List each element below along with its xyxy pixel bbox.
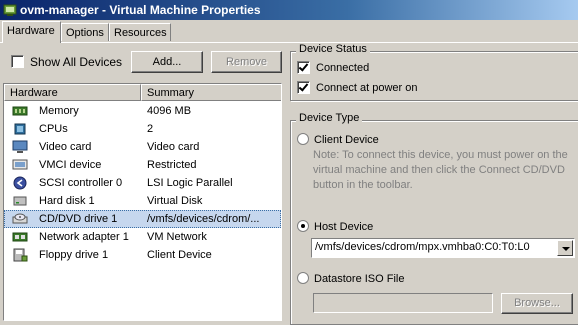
hardware-summary: Client Device xyxy=(147,249,212,261)
window-title: ovm-manager - Virtual Machine Properties xyxy=(20,3,261,17)
hardware-summary: Restricted xyxy=(147,159,197,171)
show-all-devices-box[interactable] xyxy=(11,55,24,68)
list-item[interactable]: Video card Video card xyxy=(4,138,281,156)
datastore-iso-radio-button[interactable] xyxy=(297,272,309,285)
cdrom-icon xyxy=(12,213,28,224)
client-device-note: Note: To connect this device, you must p… xyxy=(313,149,568,191)
tab-strip: Hardware Options Resources xyxy=(0,21,578,43)
list-item[interactable]: Memory 4096 MB xyxy=(4,102,281,120)
floppy-icon xyxy=(13,248,28,262)
browse-button[interactable]: Browse... xyxy=(501,293,573,314)
connected-checkbox[interactable] xyxy=(297,61,310,74)
hardware-summary: VM Network xyxy=(147,231,207,243)
vmci-icon xyxy=(12,159,28,170)
show-all-devices-checkbox[interactable]: Show All Devices xyxy=(11,55,122,69)
list-item[interactable]: SCSI controller 0 LSI Logic Parallel xyxy=(4,174,281,192)
disk-icon xyxy=(13,196,27,206)
tab-resources[interactable]: Resources xyxy=(109,23,171,41)
window-titlebar: ovm-manager - Virtual Machine Properties xyxy=(0,0,578,20)
client-device-label: Client Device xyxy=(314,134,379,146)
list-item[interactable]: Hard disk 1 Virtual Disk xyxy=(4,192,281,210)
client-device-radio-button[interactable] xyxy=(297,133,309,146)
remove-button[interactable]: Remove xyxy=(211,51,282,73)
hardware-name: Hard disk 1 xyxy=(39,195,95,207)
host-device-radio-button[interactable] xyxy=(297,220,309,233)
hardware-name: Floppy drive 1 xyxy=(39,249,109,261)
datastore-iso-label: Datastore ISO File xyxy=(314,273,405,285)
hardware-list[interactable]: Hardware Summary Memory 4096 MB CPUs 2 V… xyxy=(3,83,282,321)
hardware-name: Video card xyxy=(39,141,92,153)
hardware-summary: Video card xyxy=(147,141,200,153)
tab-divider xyxy=(0,42,578,43)
hardware-summary: /vmfs/devices/cdrom/... xyxy=(147,213,260,225)
tab-hardware[interactable]: Hardware xyxy=(2,21,61,43)
host-device-value: /vmfs/devices/cdrom/mpx.vmhba0:C0:T0:L0 xyxy=(315,241,530,253)
connect-power-on-label: Connect at power on xyxy=(316,82,418,94)
datastore-iso-field[interactable] xyxy=(313,293,493,313)
hardware-name: Memory xyxy=(39,105,79,117)
host-device-radio[interactable] xyxy=(297,220,309,233)
hardware-summary: LSI Logic Parallel xyxy=(147,177,233,189)
hardware-name: CPUs xyxy=(39,123,68,135)
scsi-icon xyxy=(13,176,27,190)
add-button[interactable]: Add... xyxy=(131,51,203,73)
hardware-summary: Virtual Disk xyxy=(147,195,203,207)
host-device-select[interactable]: /vmfs/devices/cdrom/mpx.vmhba0:C0:T0:L0 xyxy=(311,238,575,258)
list-item[interactable]: VMCI device Restricted xyxy=(4,156,281,174)
hardware-name: Network adapter 1 xyxy=(39,231,129,243)
connected-label: Connected xyxy=(316,62,370,74)
column-header-summary[interactable]: Summary xyxy=(141,84,281,101)
connected-check[interactable] xyxy=(297,61,310,74)
host-device-label: Host Device xyxy=(314,221,374,233)
hardware-name: CD/DVD drive 1 xyxy=(39,213,118,225)
device-status-title: Device Status xyxy=(296,43,370,55)
column-header-hardware[interactable]: Hardware xyxy=(4,84,141,101)
hardware-summary: 4096 MB xyxy=(147,105,192,117)
list-item[interactable]: Network adapter 1 VM Network xyxy=(4,228,281,246)
list-item-selected[interactable]: CD/DVD drive 1 /vmfs/devices/cdrom/... xyxy=(4,210,281,228)
hardware-summary: 2 xyxy=(147,123,154,135)
list-item[interactable]: Floppy drive 1 Client Device xyxy=(4,246,281,264)
client-device-radio[interactable] xyxy=(297,133,309,146)
cpu-icon xyxy=(14,123,26,135)
connect-power-on-checkbox[interactable] xyxy=(297,81,310,94)
datastore-iso-radio[interactable] xyxy=(297,272,309,285)
list-header: Hardware Summary xyxy=(4,84,281,101)
list-item[interactable]: CPUs 2 xyxy=(4,120,281,138)
tab-options[interactable]: Options xyxy=(61,23,109,41)
hardware-name: SCSI controller 0 xyxy=(39,177,123,189)
network-icon xyxy=(12,232,28,242)
monitor-icon xyxy=(12,140,28,153)
show-all-devices-label: Show All Devices xyxy=(30,55,123,69)
chevron-down-icon[interactable] xyxy=(557,240,573,256)
memory-icon xyxy=(12,106,28,116)
device-type-title: Device Type xyxy=(296,112,363,124)
vm-icon xyxy=(3,4,17,16)
connect-power-on-check[interactable] xyxy=(297,81,310,94)
hardware-name: VMCI device xyxy=(39,159,102,171)
